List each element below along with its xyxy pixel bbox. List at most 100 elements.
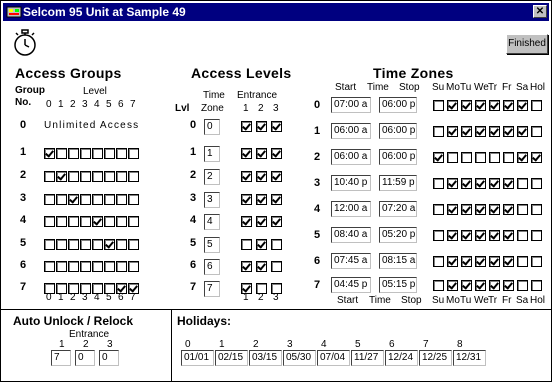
holiday-date-input[interactable]: 12/24 xyxy=(385,350,418,366)
level-checkbox[interactable] xyxy=(68,216,79,227)
start-time-input[interactable]: 10:40 p xyxy=(331,175,371,191)
day-checkbox[interactable] xyxy=(433,230,444,241)
day-checkbox[interactable] xyxy=(517,230,528,241)
level-checkbox[interactable] xyxy=(92,171,103,182)
entrance-checkbox[interactable] xyxy=(241,121,252,132)
level-checkbox[interactable] xyxy=(104,239,115,250)
entrance-checkbox[interactable] xyxy=(241,261,252,272)
day-checkbox[interactable] xyxy=(433,152,444,163)
level-checkbox[interactable] xyxy=(92,216,103,227)
day-checkbox[interactable] xyxy=(503,152,514,163)
level-checkbox[interactable] xyxy=(104,171,115,182)
day-checkbox[interactable] xyxy=(531,178,542,189)
day-checkbox[interactable] xyxy=(461,178,472,189)
day-checkbox[interactable] xyxy=(433,256,444,267)
day-checkbox[interactable] xyxy=(475,204,486,215)
entrance-checkbox[interactable] xyxy=(271,239,282,250)
day-checkbox[interactable] xyxy=(517,152,528,163)
time-zone-input[interactable]: 2 xyxy=(204,169,220,185)
day-checkbox[interactable] xyxy=(489,280,500,291)
day-checkbox[interactable] xyxy=(433,126,444,137)
day-checkbox[interactable] xyxy=(489,256,500,267)
day-checkbox[interactable] xyxy=(503,100,514,111)
start-time-input[interactable]: 08:40 a xyxy=(331,227,371,243)
day-checkbox[interactable] xyxy=(461,152,472,163)
entrance-checkbox[interactable] xyxy=(256,239,267,250)
day-checkbox[interactable] xyxy=(503,204,514,215)
level-checkbox[interactable] xyxy=(44,194,55,205)
day-checkbox[interactable] xyxy=(475,100,486,111)
day-checkbox[interactable] xyxy=(531,280,542,291)
entrance-checkbox[interactable] xyxy=(271,171,282,182)
entrance-checkbox[interactable] xyxy=(256,121,267,132)
time-zone-input[interactable]: 4 xyxy=(204,214,220,230)
level-checkbox[interactable] xyxy=(56,194,67,205)
holiday-date-input[interactable]: 03/15 xyxy=(249,350,282,366)
entrance-checkbox[interactable] xyxy=(271,194,282,205)
level-checkbox[interactable] xyxy=(116,148,127,159)
level-checkbox[interactable] xyxy=(44,148,55,159)
level-checkbox[interactable] xyxy=(116,239,127,250)
level-checkbox[interactable] xyxy=(92,148,103,159)
day-checkbox[interactable] xyxy=(461,126,472,137)
level-checkbox[interactable] xyxy=(80,216,91,227)
level-checkbox[interactable] xyxy=(44,261,55,272)
start-time-input[interactable]: 04:45 p xyxy=(331,277,371,293)
stop-time-input[interactable]: 05:20 p xyxy=(379,227,417,243)
stop-time-input[interactable]: 05:15 p xyxy=(379,277,417,293)
day-checkbox[interactable] xyxy=(447,152,458,163)
day-checkbox[interactable] xyxy=(475,230,486,241)
level-checkbox[interactable] xyxy=(128,239,139,250)
time-zone-input[interactable]: 6 xyxy=(204,259,220,275)
day-checkbox[interactable] xyxy=(447,126,458,137)
day-checkbox[interactable] xyxy=(489,230,500,241)
day-checkbox[interactable] xyxy=(461,280,472,291)
level-checkbox[interactable] xyxy=(80,239,91,250)
day-checkbox[interactable] xyxy=(461,204,472,215)
level-checkbox[interactable] xyxy=(68,171,79,182)
level-checkbox[interactable] xyxy=(104,148,115,159)
day-checkbox[interactable] xyxy=(475,178,486,189)
holiday-date-input[interactable]: 12/31 xyxy=(453,350,486,366)
entrance-checkbox[interactable] xyxy=(241,239,252,250)
day-checkbox[interactable] xyxy=(503,178,514,189)
finished-button[interactable]: Finished xyxy=(506,34,548,54)
level-checkbox[interactable] xyxy=(104,216,115,227)
entrance-checkbox[interactable] xyxy=(256,216,267,227)
holiday-date-input[interactable]: 12/25 xyxy=(419,350,452,366)
stop-time-input[interactable]: 06:00 p xyxy=(379,123,417,139)
level-checkbox[interactable] xyxy=(68,261,79,272)
auto-unlock-input[interactable]: 0 xyxy=(75,350,95,366)
holiday-date-input[interactable]: 01/01 xyxy=(181,350,214,366)
level-checkbox[interactable] xyxy=(128,216,139,227)
level-checkbox[interactable] xyxy=(56,239,67,250)
stop-time-input[interactable]: 08:15 a xyxy=(379,253,417,269)
day-checkbox[interactable] xyxy=(503,126,514,137)
time-zone-input[interactable]: 1 xyxy=(204,146,220,162)
entrance-checkbox[interactable] xyxy=(256,148,267,159)
day-checkbox[interactable] xyxy=(489,178,500,189)
day-checkbox[interactable] xyxy=(489,100,500,111)
day-checkbox[interactable] xyxy=(517,178,528,189)
entrance-checkbox[interactable] xyxy=(271,121,282,132)
level-checkbox[interactable] xyxy=(128,194,139,205)
day-checkbox[interactable] xyxy=(447,178,458,189)
holiday-date-input[interactable]: 02/15 xyxy=(215,350,248,366)
level-checkbox[interactable] xyxy=(104,261,115,272)
day-checkbox[interactable] xyxy=(475,256,486,267)
level-checkbox[interactable] xyxy=(92,194,103,205)
day-checkbox[interactable] xyxy=(447,280,458,291)
stop-time-input[interactable]: 06:00 p xyxy=(379,97,417,113)
level-checkbox[interactable] xyxy=(44,171,55,182)
day-checkbox[interactable] xyxy=(461,230,472,241)
day-checkbox[interactable] xyxy=(475,126,486,137)
day-checkbox[interactable] xyxy=(503,230,514,241)
holiday-date-input[interactable]: 05/30 xyxy=(283,350,316,366)
level-checkbox[interactable] xyxy=(56,171,67,182)
entrance-checkbox[interactable] xyxy=(271,148,282,159)
entrance-checkbox[interactable] xyxy=(241,171,252,182)
start-time-input[interactable]: 07:45 a xyxy=(331,253,371,269)
day-checkbox[interactable] xyxy=(531,126,542,137)
day-checkbox[interactable] xyxy=(517,204,528,215)
stopwatch-icon[interactable] xyxy=(13,29,37,57)
